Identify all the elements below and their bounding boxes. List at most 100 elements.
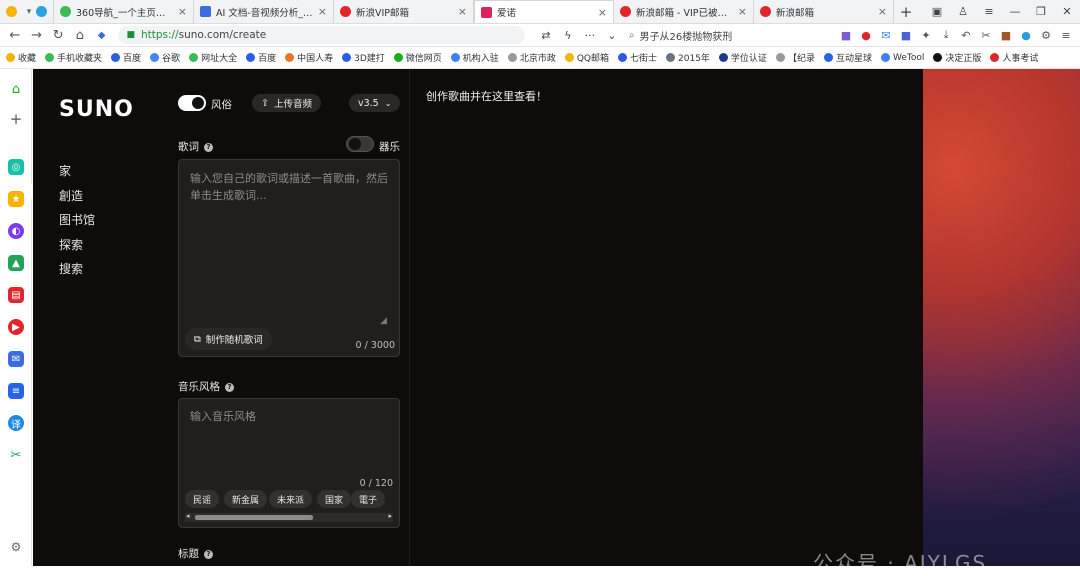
custom-mode-toggle[interactable]: [178, 95, 206, 111]
close-icon[interactable]: ×: [318, 5, 327, 18]
style-tag[interactable]: 民谣: [185, 490, 220, 508]
puzzle-icon[interactable]: ✦: [916, 29, 936, 42]
resize-handle-icon[interactable]: ◢: [380, 316, 387, 326]
bookmark-item[interactable]: 网址大全: [189, 51, 237, 64]
bookmark-item[interactable]: 中国人寿: [285, 51, 333, 64]
telegram-icon[interactable]: [36, 6, 47, 17]
scroll-right-icon[interactable]: ▸: [388, 512, 392, 520]
mail-icon[interactable]: ✉: [8, 351, 24, 367]
menu-icon[interactable]: ≡: [976, 5, 1002, 18]
tab-360-nav[interactable]: 360导航_一个主页，整个世 ×: [54, 0, 194, 23]
bookmark-item[interactable]: 互动星球: [823, 51, 872, 64]
tab-ai-doc[interactable]: AI 文档-音视频分析_天工AI ×: [194, 0, 334, 23]
bookmark-item[interactable]: 微信网页: [393, 51, 442, 64]
mail-icon[interactable]: ✉: [876, 29, 896, 42]
bookmark-item[interactable]: 机构入驻: [450, 51, 499, 64]
bookmark-item[interactable]: QQ邮箱: [564, 51, 609, 64]
menu-icon[interactable]: ≡: [1056, 29, 1076, 42]
close-icon[interactable]: ×: [738, 5, 747, 18]
bookmark-item[interactable]: 谷歌: [150, 51, 180, 64]
briefcase-icon[interactable]: ■: [996, 29, 1016, 42]
style-tag[interactable]: 国家: [317, 490, 352, 508]
image-icon[interactable]: ▲: [8, 255, 24, 271]
app-icon[interactable]: ◎: [8, 159, 24, 175]
home-icon[interactable]: ⌂: [8, 81, 24, 97]
bookmark-item[interactable]: 【纪录: [775, 51, 815, 64]
bookmark-item[interactable]: WeTool: [880, 53, 924, 63]
scrollbar-thumb[interactable]: [195, 515, 313, 520]
tab-sina-mail[interactable]: 新浪邮箱 ×: [754, 0, 894, 23]
chevron-down-icon[interactable]: ⌄: [601, 29, 623, 42]
bookmark-item[interactable]: 百度: [246, 51, 276, 64]
forward-icon[interactable]: →: [26, 28, 48, 43]
tab-count-icon[interactable]: ▣: [924, 5, 950, 18]
help-icon[interactable]: ?: [225, 382, 234, 392]
nav-item-search[interactable]: 搜索: [59, 257, 95, 282]
instrumental-toggle[interactable]: [346, 136, 374, 152]
add-icon[interactable]: +: [8, 110, 24, 128]
bookmark-item[interactable]: 2015年: [666, 51, 710, 64]
close-icon[interactable]: ×: [458, 5, 467, 18]
undo-icon[interactable]: ↶: [956, 29, 976, 42]
url-field[interactable]: ■ https:// suno.com/create: [118, 26, 525, 44]
notes-icon[interactable]: ≡: [8, 383, 24, 399]
new-tab-button[interactable]: +: [894, 0, 918, 23]
scroll-left-icon[interactable]: ◂: [186, 512, 190, 520]
bookmark-item[interactable]: 七街士: [618, 51, 657, 64]
weibo-icon[interactable]: ●: [856, 29, 876, 42]
extension-icon[interactable]: ■: [836, 29, 856, 42]
style-tag[interactable]: 未来派: [269, 490, 313, 508]
search-input[interactable]: ⌕ 男子从26楼抛物获刑: [629, 26, 836, 44]
random-lyrics-button[interactable]: ⧉ 制作随机歌词: [185, 328, 272, 350]
close-icon[interactable]: ×: [178, 5, 187, 18]
bookmark-item[interactable]: 收藏: [6, 51, 36, 64]
upload-audio-button[interactable]: ⇪ 上传音频: [252, 94, 321, 112]
bookmark-item[interactable]: 百度: [111, 51, 141, 64]
style-tag[interactable]: 新金属: [224, 490, 268, 508]
bookmark-item[interactable]: 北京市政: [507, 51, 556, 64]
home-icon[interactable]: ⌂: [69, 28, 91, 43]
lyrics-textarea[interactable]: 输入您自己的歌词或描述一首歌曲，然后单击生成歌词... ◢ ⧉ 制作随机歌词 0…: [178, 159, 400, 357]
style-textarea[interactable]: 输入音乐风格 0 / 120 民谣 新金属 未来派 国家 電子 ◂ ▸: [178, 398, 400, 528]
gear-icon[interactable]: ⚙: [1036, 29, 1056, 42]
refresh-icon[interactable]: ↻: [47, 28, 69, 43]
minimize-icon[interactable]: —: [1002, 5, 1028, 18]
cut-icon[interactable]: ✂: [976, 29, 996, 42]
bookmark-item[interactable]: 3D建打: [342, 51, 385, 64]
bookmark-item[interactable]: 学位认证: [718, 51, 767, 64]
bookmark-item[interactable]: 决定正版: [933, 51, 981, 64]
version-select[interactable]: v3.5 ⌄: [349, 94, 401, 112]
download-icon[interactable]: ⤓: [936, 28, 956, 42]
help-icon[interactable]: ?: [204, 549, 213, 559]
edge-icon[interactable]: ●: [1016, 29, 1036, 42]
translate-icon[interactable]: 译: [8, 415, 24, 431]
app-icon[interactable]: ◐: [8, 223, 24, 239]
document-icon[interactable]: ▤: [8, 287, 24, 303]
star-icon[interactable]: ★: [8, 191, 24, 207]
shirt-icon[interactable]: ♙: [950, 5, 976, 18]
scissors-icon[interactable]: ✂: [8, 447, 24, 463]
tab-suno[interactable]: 爱诺 ×: [474, 0, 614, 23]
bookmark-item[interactable]: 人事考试: [990, 51, 1038, 64]
nav-item-library[interactable]: 图书馆: [59, 208, 95, 233]
tab-sina-frozen[interactable]: 新浪邮箱 - VIP已被冻结 ×: [614, 0, 754, 23]
tags-scrollbar[interactable]: ◂ ▸: [185, 512, 393, 522]
help-icon[interactable]: ?: [204, 142, 213, 152]
maximize-icon[interactable]: ❐: [1028, 5, 1054, 18]
ai-assistant-icon[interactable]: ◆: [91, 30, 113, 41]
back-icon[interactable]: ←: [4, 28, 26, 43]
tab-sina-vip[interactable]: 新浪VIP邮箱 ×: [334, 0, 474, 23]
video-icon[interactable]: ▶: [8, 319, 24, 335]
browser-home-tab[interactable]: ▾: [0, 0, 54, 23]
more-icon[interactable]: ···: [579, 29, 601, 42]
close-window-icon[interactable]: ✕: [1054, 5, 1080, 18]
bookmark-item[interactable]: 手机收藏夹: [45, 51, 102, 64]
nav-item-explore[interactable]: 探索: [59, 233, 95, 258]
close-icon[interactable]: ×: [878, 5, 887, 18]
nav-item-home[interactable]: 家: [59, 159, 95, 184]
lightning-icon[interactable]: ϟ: [557, 29, 579, 42]
gear-icon[interactable]: ⚙: [8, 539, 24, 555]
game-icon[interactable]: ■: [896, 29, 916, 42]
nav-item-create[interactable]: 創造: [59, 184, 95, 209]
close-icon[interactable]: ×: [598, 6, 607, 19]
